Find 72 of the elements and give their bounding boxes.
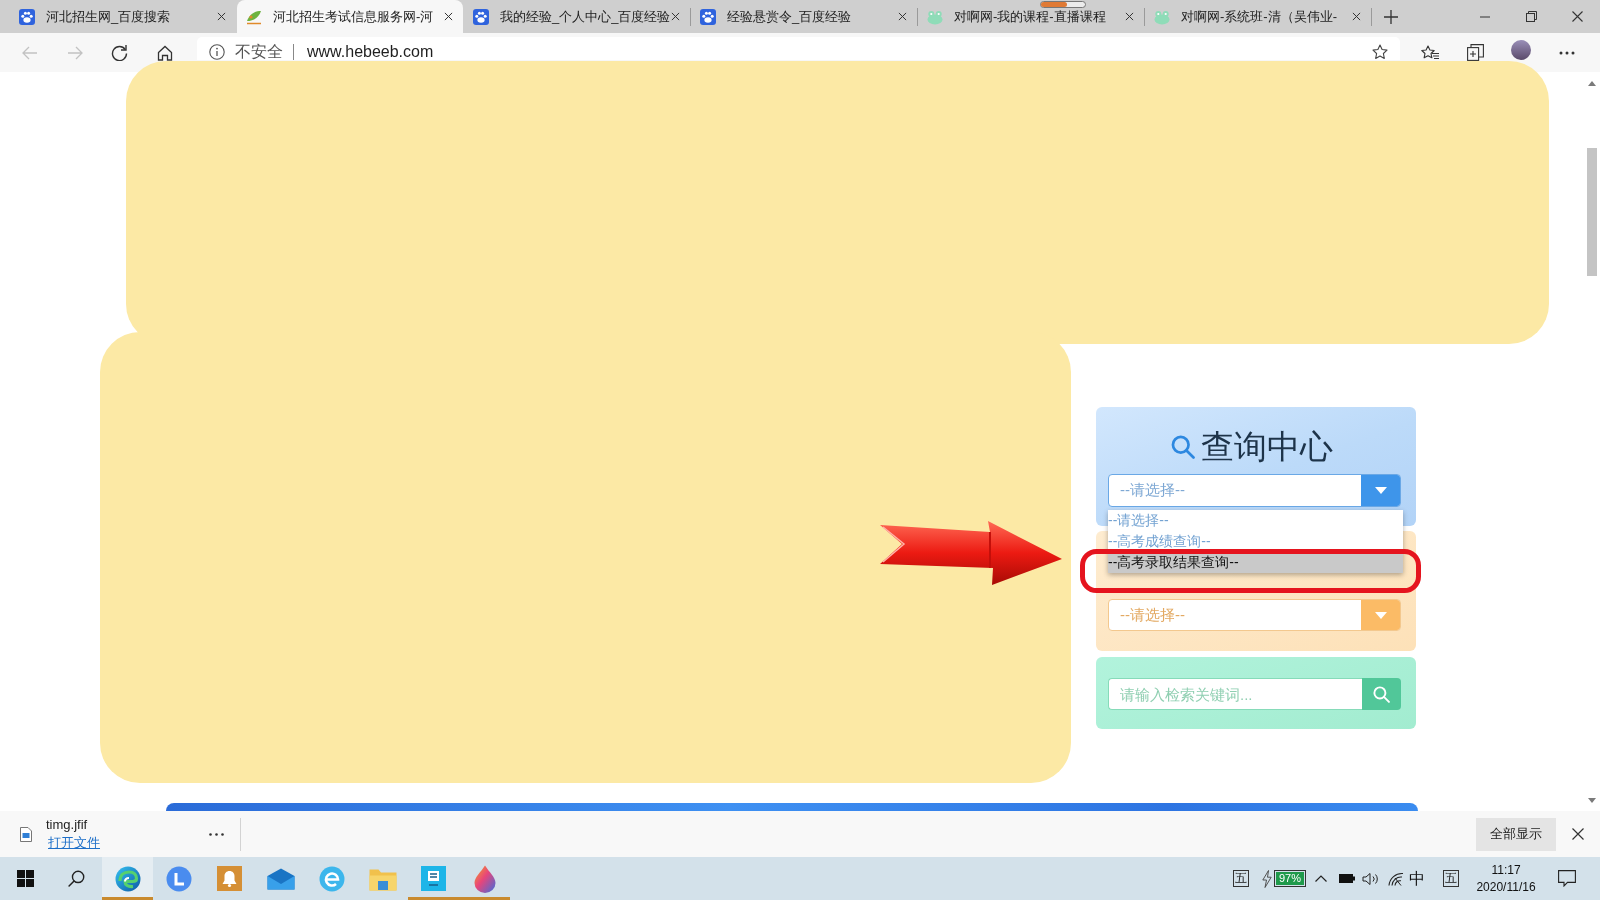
notification-icon[interactable]	[1558, 870, 1576, 887]
input-language[interactable]: 中	[1409, 869, 1425, 888]
close-icon[interactable]	[671, 12, 680, 21]
mail-icon	[266, 867, 295, 890]
clock-time[interactable]: 11:17	[1491, 861, 1521, 879]
taskbar-button[interactable]	[102, 857, 153, 900]
open-file-link[interactable]: 打开文件	[48, 834, 100, 852]
browser-tab[interactable]: 对啊网-系统班-清（吴伟业-	[1145, 0, 1371, 33]
home-icon[interactable]	[156, 44, 173, 61]
battery-percent[interactable]: 97%	[1273, 870, 1306, 887]
caret-icon	[1374, 487, 1387, 494]
dropdown-option[interactable]: --高考录取结果查询--	[1108, 552, 1403, 573]
dropdown-button[interactable]	[1361, 475, 1400, 506]
refresh-icon[interactable]	[111, 44, 128, 61]
close-icon[interactable]	[1571, 11, 1583, 22]
battery-icon[interactable]	[1339, 874, 1355, 883]
browser-tab[interactable]: 河北招生考试信息服务网-河	[237, 0, 463, 33]
ime-badge[interactable]: 五	[1232, 870, 1249, 887]
paw-icon	[473, 8, 489, 25]
windows-icon[interactable]	[17, 870, 34, 887]
more-icon[interactable]	[209, 832, 224, 836]
frog-icon	[1154, 8, 1170, 25]
paw-icon	[700, 8, 716, 25]
bell-icon	[217, 866, 242, 891]
letter-circle-icon	[165, 865, 192, 892]
show-all-button[interactable]: 全部显示	[1476, 817, 1556, 851]
clock-date[interactable]: 2020/11/16	[1476, 878, 1536, 896]
close-icon[interactable]	[1352, 12, 1361, 21]
favorites-icon[interactable]	[1421, 44, 1439, 61]
charging-icon	[1261, 869, 1272, 888]
plus-icon[interactable]	[1384, 9, 1398, 24]
search-field[interactable]: 请输入检索关键词...	[1108, 678, 1362, 710]
close-icon[interactable]	[217, 12, 226, 21]
wifi-icon[interactable]	[1388, 871, 1404, 886]
search-icon	[1373, 685, 1390, 703]
ime-badge[interactable]: 五	[1443, 870, 1459, 887]
security-label[interactable]: 不安全	[235, 44, 283, 60]
restore-icon[interactable]	[1525, 11, 1537, 22]
scroll-down-icon[interactable]	[1588, 798, 1596, 803]
e-circle-icon	[318, 865, 345, 892]
search-icon[interactable]	[68, 870, 85, 887]
info-icon[interactable]	[209, 44, 225, 60]
caret-icon	[1374, 611, 1387, 619]
search-icon	[1170, 435, 1195, 459]
close-icon[interactable]	[1125, 12, 1134, 21]
close-icon[interactable]	[1572, 828, 1584, 840]
scroll-up-icon[interactable]	[1588, 81, 1596, 86]
paw-icon	[19, 8, 35, 25]
swirl-icon	[114, 865, 141, 892]
drop-icon	[473, 864, 496, 893]
address-field[interactable]: 不安全 www.hebeeb.com	[197, 37, 1400, 60]
leaf-icon	[246, 8, 262, 25]
browser-tab[interactable]: 对啊网-我的课程-直播课程	[918, 0, 1144, 33]
close-icon[interactable]	[444, 12, 453, 21]
url-text: www.hebeeb.com	[307, 44, 434, 60]
scrollbar-thumb[interactable]	[1587, 148, 1597, 276]
minimize-icon[interactable]	[1480, 15, 1490, 18]
collections-icon[interactable]	[1467, 44, 1484, 61]
frog-icon	[927, 8, 943, 25]
panel-title: 查询中心	[1200, 429, 1333, 465]
speaker-icon[interactable]	[1362, 871, 1380, 886]
browser-tab[interactable]: 我的经验_个人中心_百度经验	[464, 0, 690, 33]
chevron-up-icon[interactable]	[1315, 875, 1327, 882]
more-icon[interactable]	[1559, 50, 1575, 55]
screen-app-icon	[421, 866, 446, 891]
file-name: timg.jfif	[46, 816, 88, 834]
star-icon[interactable]	[1372, 44, 1388, 60]
file-icon[interactable]	[20, 826, 32, 842]
browser-tab[interactable]: 河北招生网_百度搜索	[10, 0, 236, 33]
browser-tab[interactable]: 经验悬赏令_百度经验	[691, 0, 917, 33]
avatar-icon[interactable]	[1511, 40, 1531, 60]
close-icon[interactable]	[898, 12, 907, 21]
